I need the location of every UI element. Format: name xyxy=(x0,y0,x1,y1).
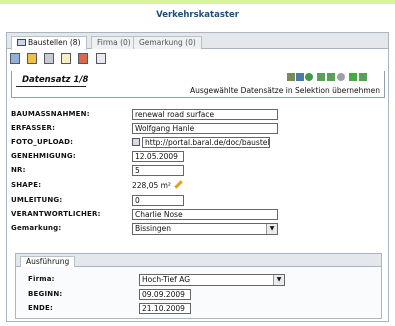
tab-strip: Baustellen (8) Firma (0) Gemarkung (0) xyxy=(7,33,388,50)
tab-firma[interactable]: Firma (0) xyxy=(91,36,137,49)
shape-label: SHAPE: xyxy=(11,181,42,189)
foto-upload-field[interactable]: http://portal.baral.de/doc/baustelle xyxy=(142,137,270,148)
row-gemarkung: Gemarkung: Bissingen ▼ xyxy=(11,223,381,235)
firma-label: Firma: xyxy=(28,275,55,283)
row-firma: Firma: Hoch-Tief AG ▼ xyxy=(28,274,378,286)
ende-label: ENDE: xyxy=(28,304,54,312)
ende-field[interactable]: 21.10.2009 xyxy=(139,303,191,314)
shape-area-text: 228,05 m² xyxy=(132,181,171,190)
pencil-icon[interactable] xyxy=(174,180,183,189)
ausfuehrung-tab-strip: Ausführung xyxy=(16,254,381,267)
nr-label: NR: xyxy=(11,166,26,174)
tab-baustellen-label: Baustellen (8) xyxy=(28,38,81,47)
tab-gemarkung-label: Gemarkung (0) xyxy=(139,38,196,47)
page-title: Verkehrskataster xyxy=(156,10,239,20)
delete-icon[interactable] xyxy=(78,53,88,64)
row-umleitung: UMLEITUNG: 0 xyxy=(11,195,381,206)
baumassnahmen-field[interactable]: renewal road surface xyxy=(132,109,278,120)
first-record-icon[interactable] xyxy=(317,73,325,81)
beginn-label: BEGINN: xyxy=(28,290,63,298)
search-icon[interactable] xyxy=(337,73,345,81)
row-beginn: BEGINN: 09.09.2009 xyxy=(28,289,378,300)
beginn-field[interactable]: 09.09.2009 xyxy=(139,289,191,300)
chevron-down-icon[interactable]: ▼ xyxy=(273,275,284,285)
row-ende: ENDE: 21.10.2009 xyxy=(28,303,378,314)
record-navigation xyxy=(287,73,379,83)
erfasser-field[interactable]: Wolfgang Hanle xyxy=(132,123,278,134)
tab-baustellen[interactable]: Baustellen (8) xyxy=(11,36,87,50)
print-icon[interactable] xyxy=(44,53,54,64)
ausfuehrung-panel: Ausführung Firma: Hoch-Tief AG ▼ BEGINN:… xyxy=(15,253,382,319)
verantwortlicher-label: VERANTWORTLICHER: xyxy=(11,210,101,218)
row-baumassnahmen: BAUMASSNAHMEN: renewal road surface xyxy=(11,109,381,120)
row-genehmigung: GENEHMIGUNG: 12.05.2009 xyxy=(11,151,381,162)
tab-ausfuehrung[interactable]: Ausführung xyxy=(20,256,76,267)
foto-upload-label: FOTO_UPLOAD: xyxy=(11,138,74,146)
genehmigung-field[interactable]: 12.05.2009 xyxy=(132,151,184,162)
grid-icon[interactable] xyxy=(296,73,304,81)
row-erfasser: ERFASSER: Wolfgang Hanle xyxy=(11,123,381,134)
genehmigung-label: GENEHMIGUNG: xyxy=(11,152,76,160)
list-icon[interactable] xyxy=(10,53,20,64)
tab-gemarkung[interactable]: Gemarkung (0) xyxy=(133,36,202,49)
table-icon xyxy=(17,39,26,46)
firma-select[interactable]: Hoch-Tief AG ▼ xyxy=(139,274,285,286)
top-accent-bar xyxy=(0,0,395,4)
record-header: Datensatz 1/8 Ausgewählte Datensätze in … xyxy=(11,71,385,98)
chevron-down-icon[interactable]: ▼ xyxy=(266,224,277,234)
row-shape: SHAPE: 228,05 m² xyxy=(11,180,381,191)
gemarkung-label: Gemarkung: xyxy=(11,224,62,232)
add-record-icon[interactable] xyxy=(349,73,357,81)
firma-selected-value: Hoch-Tief AG xyxy=(142,275,191,284)
next-page-icon[interactable] xyxy=(96,53,106,64)
umleitung-label: UMLEITUNG: xyxy=(11,196,63,204)
tab-firma-label: Firma (0) xyxy=(97,38,131,47)
gemarkung-selected-value: Bissingen xyxy=(135,224,172,233)
nr-field[interactable]: 5 xyxy=(132,165,184,176)
previous-record-icon[interactable] xyxy=(327,73,335,81)
baumassnahmen-label: BAUMASSNAHMEN: xyxy=(11,110,90,118)
erfasser-label: ERFASSER: xyxy=(11,124,56,132)
new-document-icon[interactable] xyxy=(27,53,37,64)
shape-value: 228,05 m² xyxy=(132,180,183,190)
globe-icon[interactable] xyxy=(305,73,313,81)
export-icon[interactable] xyxy=(61,53,71,64)
row-nr: NR: 5 xyxy=(11,165,381,176)
save-icon[interactable] xyxy=(287,73,295,81)
selection-note[interactable]: Ausgewählte Datensätze in Selektion über… xyxy=(190,86,380,95)
umleitung-field[interactable]: 0 xyxy=(132,195,184,206)
divider xyxy=(16,86,86,87)
gemarkung-select[interactable]: Bissingen ▼ xyxy=(132,223,278,235)
record-counter: Datensatz 1/8 xyxy=(22,75,89,85)
upload-icon[interactable] xyxy=(132,138,140,146)
row-verantwortlicher: VERANTWORTLICHER: Charlie Nose xyxy=(11,209,381,220)
main-panel: Baustellen (8) Firma (0) Gemarkung (0) D… xyxy=(6,32,389,322)
last-record-icon[interactable] xyxy=(359,73,367,81)
verantwortlicher-field[interactable]: Charlie Nose xyxy=(132,209,278,220)
row-foto-upload: FOTO_UPLOAD: http://portal.baral.de/doc/… xyxy=(11,137,386,148)
